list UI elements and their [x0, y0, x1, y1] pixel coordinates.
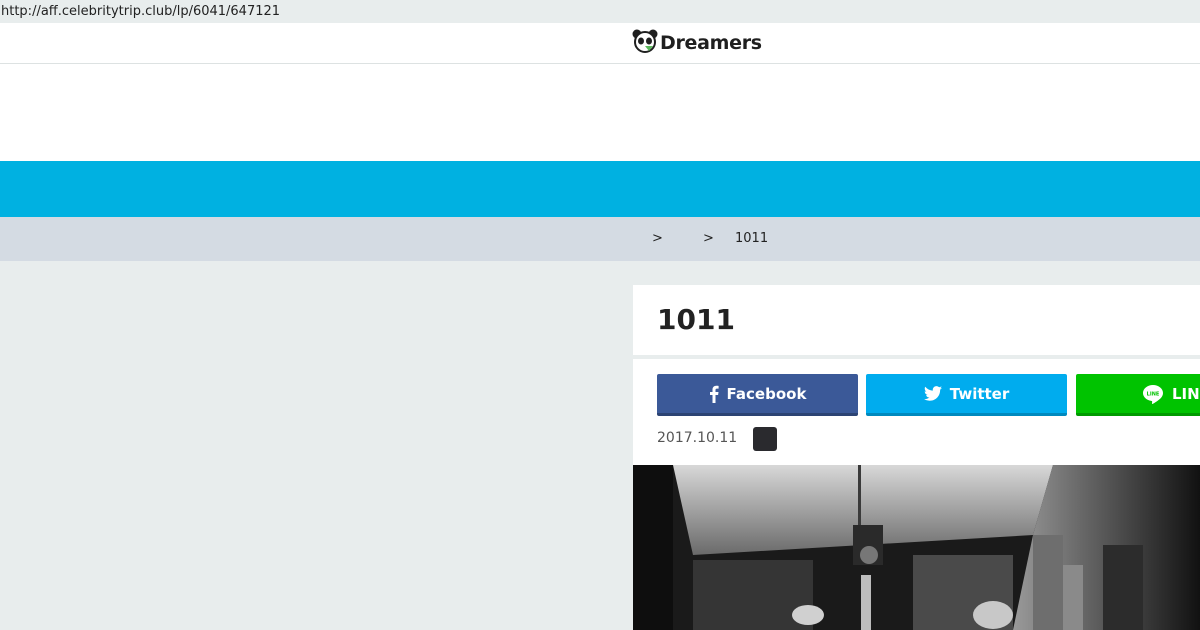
logo-text: Dreamers [660, 32, 762, 54]
facebook-icon [709, 385, 719, 403]
breadcrumb-current: 1011 [735, 231, 769, 246]
article-hero-image [633, 465, 1200, 630]
twitter-share-button[interactable]: Twitter [866, 374, 1067, 416]
facebook-share-label: Facebook [726, 384, 807, 403]
global-nav [0, 161, 1200, 217]
site-header: Dreamers [0, 23, 1200, 64]
line-share-label: LINE [1172, 384, 1200, 403]
svg-text:LINE: LINE [1147, 391, 1160, 397]
publish-date: 2017.10.11 [657, 430, 738, 446]
breadcrumb-separator: > [652, 231, 663, 246]
panda-icon [632, 29, 658, 57]
line-icon: LINE [1142, 384, 1164, 404]
article-meta: Facebook Twitter LINE LINE 2017.10.11 [633, 359, 1200, 465]
page-title: 1011 [657, 303, 735, 336]
category-badge[interactable] [753, 427, 777, 451]
ad-area [0, 64, 1200, 161]
article-title-card: 1011 [633, 285, 1200, 355]
site-logo[interactable]: Dreamers [632, 29, 762, 57]
twitter-share-label: Twitter [949, 384, 1010, 403]
breadcrumb: > > 1011 [0, 217, 1200, 261]
breadcrumb-separator: > [703, 231, 714, 246]
facebook-share-button[interactable]: Facebook [657, 374, 858, 416]
twitter-bird-icon [923, 386, 942, 401]
line-share-button[interactable]: LINE LINE [1076, 374, 1200, 416]
url-bar: http://aff.celebritytrip.club/lp/6041/64… [0, 0, 1200, 23]
